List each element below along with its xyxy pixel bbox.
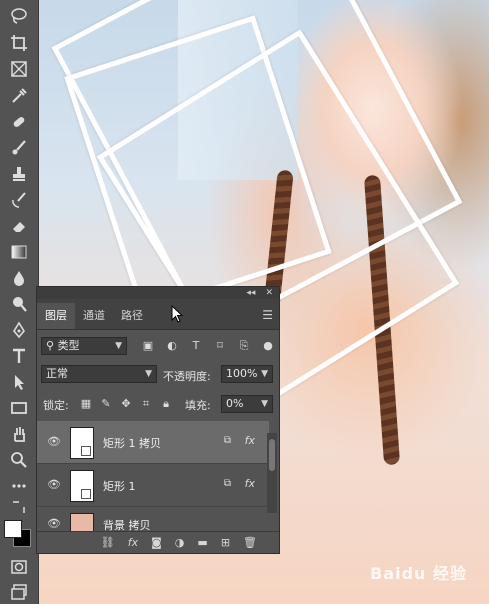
layer-thumbnail [70, 470, 94, 502]
lock-label: 锁定: [43, 399, 69, 412]
panel-header: ◂◂ ✕ [37, 287, 279, 299]
tab-paths[interactable]: 路径 [113, 303, 151, 329]
lock-image-icon[interactable]: ✎ [99, 397, 113, 411]
screen-mode-icon[interactable] [5, 580, 33, 604]
more-tools-icon[interactable] [5, 474, 33, 498]
layer-thumbnail [70, 513, 94, 531]
chevron-down-icon: ▼ [261, 399, 268, 409]
dodge-tool-icon[interactable] [5, 292, 33, 316]
tab-layers[interactable]: 图层 [37, 303, 75, 329]
filter-pixel-icon[interactable]: ▣ [141, 339, 155, 353]
healing-brush-tool-icon[interactable] [5, 110, 33, 134]
eye-visibility-icon[interactable]: 👁︎ [47, 435, 61, 448]
layer-row[interactable]: 👁︎ 背景 拷贝 [37, 507, 269, 532]
brush-tool-icon[interactable] [5, 136, 33, 160]
lock-transparent-icon[interactable]: ▦ [79, 397, 93, 411]
eye-visibility-icon[interactable]: 👁︎ [47, 478, 61, 491]
add-style-icon[interactable]: fx [128, 536, 138, 549]
smart-object-icon: ⧉ [223, 435, 231, 446]
filter-adjustment-icon[interactable]: ◐ [165, 339, 179, 353]
blur-tool-icon[interactable] [5, 266, 33, 290]
chevron-down-icon: ▼ [115, 341, 122, 351]
foreground-color-swatch[interactable] [4, 520, 22, 538]
filter-kind-select[interactable]: ⚲ 类型 ▼ [41, 337, 127, 355]
fill-label: 填充: [185, 399, 211, 412]
eye-visibility-icon[interactable]: 👁︎ [47, 517, 61, 530]
tools-toolbar [0, 0, 39, 604]
layer-effects-icon[interactable]: fx [245, 477, 255, 490]
panel-menu-icon[interactable]: ☰ [262, 308, 273, 322]
lock-artboard-icon[interactable]: ⌗ [139, 397, 153, 411]
layer-row[interactable]: 👁︎ 矩形 1 拷贝 ⧉ fx [37, 421, 269, 464]
filter-type-icon[interactable]: T [189, 339, 203, 353]
rectangle-tool-icon[interactable] [5, 396, 33, 420]
lock-position-icon[interactable]: ✥ [119, 397, 133, 411]
path-selection-tool-icon[interactable] [5, 370, 33, 394]
link-layers-icon[interactable]: ⛓︎ [101, 536, 115, 549]
panel-tabs: 图层 通道 路径 ☰ [37, 299, 279, 330]
mouse-cursor-icon [171, 305, 183, 323]
layer-row[interactable]: 👁︎ 矩形 1 ⧉ fx [37, 464, 269, 507]
tab-channels[interactable]: 通道 [75, 303, 113, 329]
baidu-watermark: Baidu 经验 [370, 564, 467, 583]
opacity-label: 不透明度: [163, 370, 211, 383]
chevron-down-icon: ▼ [145, 369, 152, 379]
add-mask-icon[interactable]: ◙ [151, 536, 162, 549]
hand-tool-icon[interactable] [5, 422, 33, 446]
eyedropper-tool-icon[interactable] [5, 84, 33, 108]
swap-colors-icon[interactable] [5, 500, 33, 516]
layer-effects-icon[interactable]: fx [245, 434, 255, 447]
layer-name: 矩形 1 拷贝 [103, 437, 161, 450]
layer-thumbnail [70, 427, 94, 459]
blend-mode-select[interactable]: 正常 ▼ [41, 365, 157, 383]
new-layer-icon[interactable]: ⊞ [221, 536, 230, 549]
crop-tool-icon[interactable] [5, 31, 33, 55]
blend-row: 正常 ▼ 不透明度: 100% ▼ [37, 365, 279, 387]
gradient-tool-icon[interactable] [5, 240, 33, 264]
clone-stamp-tool-icon[interactable] [5, 162, 33, 186]
eraser-tool-icon[interactable] [5, 214, 33, 238]
smart-object-icon: ⧉ [223, 478, 231, 489]
chevron-down-icon: ▼ [261, 369, 268, 379]
filter-smart-object-icon[interactable]: ⎘ [237, 339, 251, 353]
layers-scrollbar[interactable] [267, 433, 277, 513]
filter-toggle-icon[interactable]: ● [261, 339, 275, 353]
search-icon: ⚲ [46, 339, 58, 352]
collapse-panel-icon[interactable]: ◂◂ [246, 288, 255, 298]
opacity-field[interactable]: 100% ▼ [221, 365, 273, 383]
layers-footer: ⛓︎ fx ◙ ◑ ▬ ⊞ 🗑︎ [37, 531, 279, 553]
new-adjustment-layer-icon[interactable]: ◑ [175, 536, 185, 549]
close-panel-icon[interactable]: ✕ [265, 288, 273, 298]
lock-row: 锁定: ▦ ✎ ✥ ⌗ 🔒︎ 填充: 0% ▼ [37, 393, 279, 415]
layers-panel: ◂◂ ✕ 图层 通道 路径 ☰ ⚲ 类型 ▼ ▣ ◐ T ⌑ ⎘ ● 正常 ▼ … [36, 286, 280, 554]
layer-name: 背景 拷贝 [103, 519, 151, 532]
history-brush-tool-icon[interactable] [5, 188, 33, 212]
lock-all-icon[interactable]: 🔒︎ [159, 397, 173, 411]
delete-layer-icon[interactable]: 🗑︎ [243, 536, 257, 549]
new-group-icon[interactable]: ▬ [197, 536, 207, 549]
filter-shape-icon[interactable]: ⌑ [213, 339, 227, 353]
lasso-tool-icon[interactable] [5, 4, 33, 28]
zoom-tool-icon[interactable] [5, 448, 33, 472]
quick-mask-icon[interactable] [5, 555, 33, 579]
filter-row: ⚲ 类型 ▼ ▣ ◐ T ⌑ ⎘ ● [37, 337, 279, 359]
frame-tool-icon[interactable] [5, 57, 33, 81]
type-tool-icon[interactable] [5, 344, 33, 368]
layer-name: 矩形 1 [103, 480, 136, 493]
pen-tool-icon[interactable] [5, 318, 33, 342]
fill-field[interactable]: 0% ▼ [221, 395, 273, 413]
